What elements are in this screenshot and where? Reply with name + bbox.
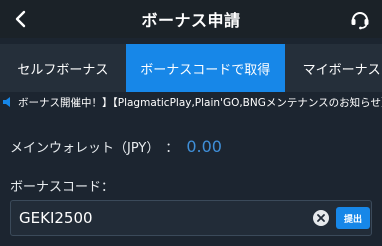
bonus-code-field: 提出 bbox=[10, 200, 372, 236]
tab-self-bonus[interactable]: セルフボーナス bbox=[0, 44, 126, 92]
wallet-balance-row: メインウォレット（JPY） ： 0.00 bbox=[10, 134, 222, 158]
app-header: ボーナス申請 bbox=[0, 0, 382, 38]
tab-my-bonus[interactable]: マイボーナス bbox=[285, 44, 382, 92]
tab-label: マイボーナス bbox=[302, 62, 381, 78]
tab-label: ボーナスコードで取得 bbox=[140, 62, 271, 78]
wallet-label: メインウォレット（JPY） bbox=[10, 140, 160, 156]
chevron-left-icon bbox=[15, 10, 26, 28]
clear-button[interactable] bbox=[313, 210, 329, 226]
clear-circle-icon bbox=[317, 214, 325, 222]
bonus-code-label: ボーナスコード： bbox=[10, 180, 115, 195]
support-button[interactable] bbox=[348, 7, 372, 31]
ticker-text: ボーナス開催中！】【PlagmaticPlay,Plain'GO,BNGメンテナ… bbox=[18, 96, 382, 109]
back-button[interactable] bbox=[10, 8, 32, 30]
submit-button[interactable]: 提出 bbox=[336, 207, 370, 229]
bonus-code-input[interactable] bbox=[19, 201, 309, 235]
tab-bonus-code[interactable]: ボーナスコードで取得 bbox=[125, 44, 285, 92]
wallet-separator: ： bbox=[165, 140, 179, 156]
tab-label: セルフボーナス bbox=[17, 62, 109, 78]
announcement-ticker[interactable]: ボーナス開催中！】【PlagmaticPlay,Plain'GO,BNGメンテナ… bbox=[0, 92, 382, 112]
headset-icon bbox=[351, 12, 369, 30]
speaker-icon bbox=[3, 97, 10, 107]
wallet-balance: 0.00 bbox=[186, 136, 222, 156]
tab-bar: セルフボーナス ボーナスコードで取得 マイボーナス bbox=[0, 44, 382, 92]
page-title: ボーナス申請 bbox=[141, 11, 241, 30]
